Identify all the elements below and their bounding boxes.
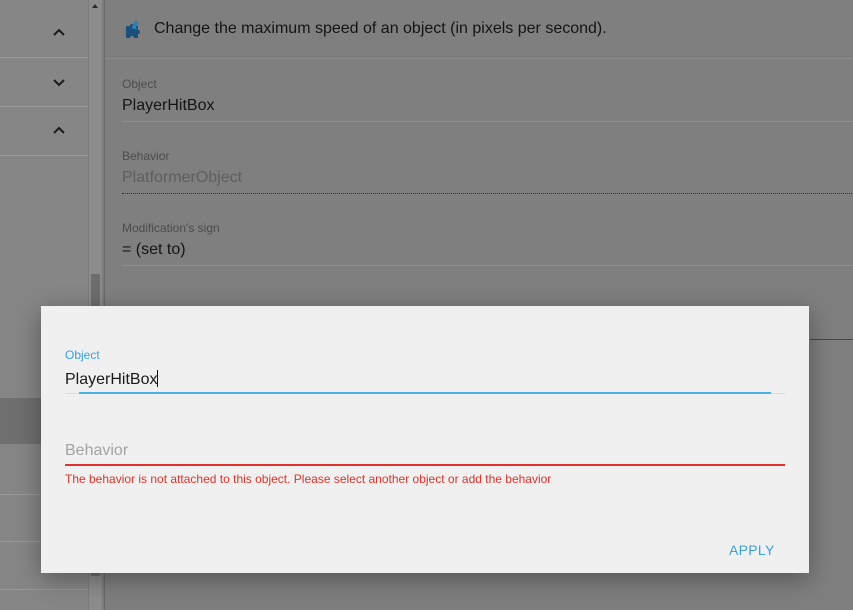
left-row-1[interactable] — [0, 10, 88, 58]
field-label: Behavior — [122, 149, 170, 163]
field-label: Object — [122, 77, 157, 91]
field-underline — [122, 265, 853, 266]
chevron-down-icon[interactable] — [51, 75, 67, 91]
puzzle-icon — [123, 18, 145, 40]
field-label: Modification's sign — [122, 221, 220, 235]
behavior-input[interactable]: Behavior — [65, 442, 785, 462]
object-input-focus-underline — [79, 392, 771, 394]
object-label: Object — [65, 348, 100, 362]
text-caret — [157, 370, 159, 387]
chevron-up-icon[interactable] — [51, 26, 67, 42]
field-value[interactable]: = (set to) — [122, 241, 853, 259]
field-underline — [122, 121, 853, 122]
object-behavior-dialog: Object PlayerHitBox Behavior The behavio… — [41, 306, 809, 573]
behavior-error-message: The behavior is not attached to this obj… — [65, 472, 552, 486]
behavior-input-error-underline — [65, 464, 785, 466]
field-value[interactable]: PlayerHitBox — [122, 97, 853, 115]
divider — [0, 589, 88, 590]
behavior-field-bg[interactable]: Behavior PlatformerObject — [122, 149, 853, 195]
modification-sign-field-bg[interactable]: Modification's sign = (set to) — [122, 221, 853, 266]
object-field-bg[interactable]: Object PlayerHitBox — [122, 77, 853, 122]
error-underline-fragment — [810, 339, 853, 340]
object-input-value[interactable]: PlayerHitBox — [65, 371, 157, 388]
instruction-description: Change the maximum speed of an object (i… — [154, 20, 607, 37]
apply-button[interactable]: APPLY — [729, 542, 775, 558]
object-input[interactable]: PlayerHitBox — [65, 370, 785, 390]
scroll-up-arrow-icon[interactable] — [92, 4, 98, 8]
left-row-3[interactable] — [0, 108, 88, 156]
instruction-header: Change the maximum speed of an object (i… — [105, 0, 853, 59]
chevron-up-icon[interactable] — [51, 124, 67, 140]
field-underline — [122, 193, 853, 195]
left-row-2[interactable] — [0, 59, 88, 107]
field-value[interactable]: PlatformerObject — [122, 169, 853, 187]
